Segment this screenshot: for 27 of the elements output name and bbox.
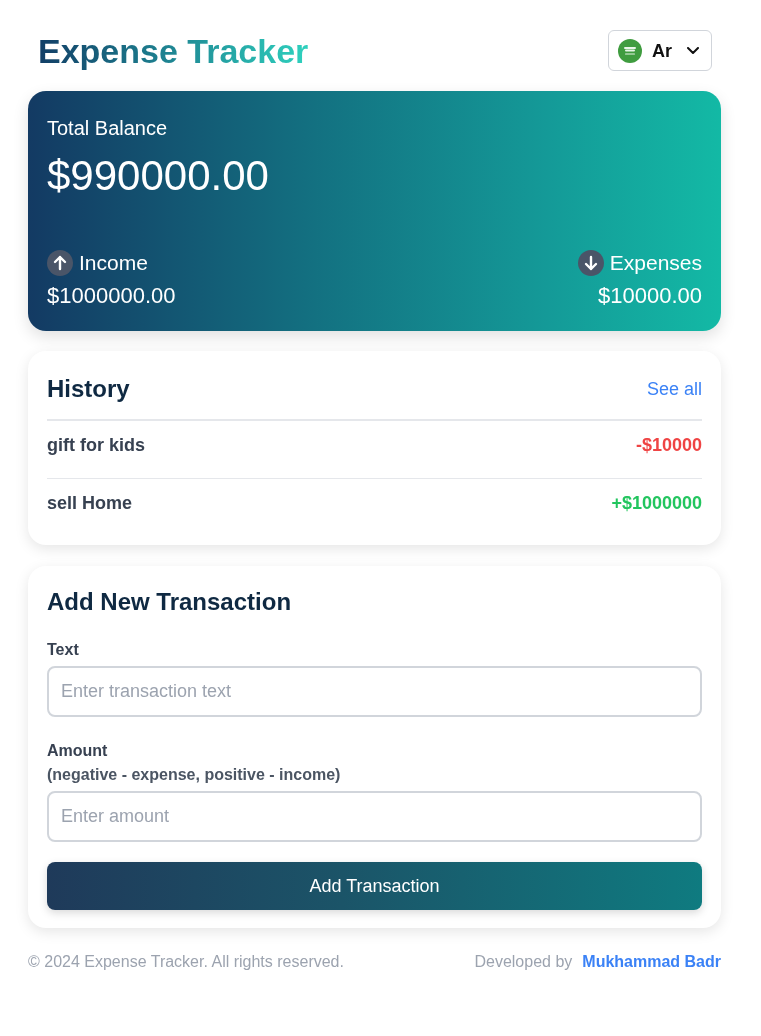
transaction-amount: +$1000000	[611, 492, 702, 514]
chevron-down-icon	[687, 46, 699, 55]
balance-amount: $990000.00	[47, 151, 270, 201]
input-field[interactable]: Enter transaction text	[47, 666, 702, 717]
see-all-link[interactable]: See all	[646, 378, 702, 400]
language-button[interactable]: Ar	[608, 30, 712, 71]
arrow-up-icon	[47, 250, 73, 276]
copyright-text: © 2024 Expense Tracker. All rights reserved.	[28, 952, 344, 972]
developer-credit: Developed by	[474, 952, 573, 972]
balance-label: Total Balance	[47, 116, 169, 140]
summary-amount: $10000.00	[598, 283, 702, 309]
transaction-name: sell Home	[47, 492, 133, 514]
summary-label: Income	[79, 250, 148, 276]
field-hint: (negative - expense, positive - income)	[47, 765, 342, 785]
summary-amount: $1000000.00	[47, 283, 176, 309]
field-label: Amount	[47, 741, 109, 761]
arrow-down-icon	[577, 250, 604, 276]
history-title: History	[47, 374, 130, 404]
author-link[interactable]: Mukhammad Badr	[582, 952, 721, 972]
flag-icon	[618, 38, 642, 63]
form-title: Add New Transaction	[47, 587, 293, 617]
add-transaction-button[interactable]: Add Transaction	[47, 862, 702, 910]
input-field[interactable]: Enter amount	[47, 791, 702, 842]
summary-label: Expenses	[609, 250, 702, 276]
transaction-amount: -$10000	[635, 434, 702, 456]
field-label: Text	[47, 640, 80, 660]
transaction-name: gift for kids	[47, 434, 145, 456]
